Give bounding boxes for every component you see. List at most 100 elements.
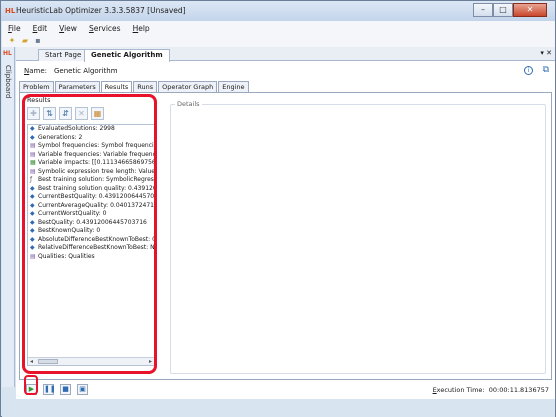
result-item-label: EvaluatedSolutions: 2998 (38, 125, 115, 132)
window-controls: – □ ✕ (473, 3, 547, 17)
value-icon: ◆ (30, 227, 35, 234)
algorithm-tabs: Problem Parameters Results Runs Operator… (19, 81, 250, 92)
value-icon: ◆ (30, 133, 35, 141)
result-item[interactable]: ▤ Symbol frequencies: Symbol frequencies (28, 142, 154, 151)
result-item-label: CurrentBestQuality: 0.43912006445703716 (38, 193, 155, 200)
results-tab-body: Results ✚ ⇅ ⇵ ✕ ▦ ◆ EvaluatedSolutions: 2… (19, 92, 552, 380)
pause-button[interactable]: ❚❚ (43, 384, 56, 395)
result-item[interactable]: ▤ Symbolic expression tree length: Values (28, 168, 154, 177)
result-item-label: Variable frequencies: Variable frequenci… (38, 150, 155, 158)
result-item[interactable]: ◆ BestQuality: 0.43912006445703716 (28, 219, 154, 228)
menu-help[interactable]: Help (133, 24, 150, 33)
details-label: Details (175, 100, 202, 108)
sort-ascending-icon[interactable]: ⇅ (43, 107, 56, 120)
tab-start-page[interactable]: Start Page (38, 49, 89, 61)
result-item[interactable]: ◆CurrentBestQuality: 0.43912006445703716 (28, 193, 154, 202)
menu-file[interactable]: File (8, 24, 21, 33)
tab-results[interactable]: Results (100, 81, 133, 92)
result-item[interactable]: ƒ Best training solution: SymbolicRegress… (28, 176, 154, 185)
menu-view[interactable]: View (59, 24, 77, 33)
save-icon[interactable]: ▪ (33, 36, 43, 46)
scroll-thumb[interactable] (38, 359, 58, 364)
result-item[interactable]: ◆CurrentAverageQuality: 0.04013724714977… (28, 202, 154, 211)
tab-operator-graph[interactable]: Operator Graph (158, 81, 218, 92)
tab-runs[interactable]: Runs (133, 81, 158, 92)
model-icon: ƒ (30, 176, 33, 183)
new-file-icon[interactable]: ✦ (7, 36, 17, 46)
show-details-icon[interactable]: ▦ (91, 107, 104, 120)
document-area: Start Page Genetic Algorithm ▾ ✕ Name: G… (16, 47, 555, 399)
result-item[interactable]: ◆ Generations: 2 (28, 134, 154, 143)
close-button[interactable]: ✕ (513, 3, 547, 17)
value-icon: ◆ (30, 210, 35, 217)
clipboard-label: Clipboard (4, 65, 12, 99)
result-item-label: AbsoluteDifferenceBestKnownToBest: 0.439… (38, 235, 154, 243)
view-switch-icon[interactable]: ⧉ (543, 65, 549, 75)
result-item-label: Symbolic expression tree length: Values (38, 167, 155, 175)
scroll-left-icon[interactable]: ◂ (30, 358, 33, 365)
clipboard-sidebar[interactable]: HL Clipboard (2, 47, 15, 387)
add-item-icon[interactable]: ✚ (27, 107, 40, 120)
table-icon: ▤ (30, 167, 36, 175)
result-item-label: Best training solution: SymbolicRegressi… (38, 176, 154, 183)
execution-time-value: 00:00:11.8136757 (488, 386, 549, 394)
value-icon: ◆ (30, 125, 35, 132)
results-panel: Results ✚ ⇅ ⇵ ✕ ▦ ◆ EvaluatedSolutions: 2… (25, 96, 158, 374)
result-item-label: BestKnownQuality: 0 (38, 227, 101, 234)
value-icon: ◆ (30, 201, 35, 209)
value-icon: ◆ (30, 244, 35, 251)
horizontal-scrollbar[interactable]: ◂ ▸ (28, 357, 154, 365)
matrix-icon: ▦ (30, 159, 36, 166)
menu-services[interactable]: Services (89, 24, 121, 33)
result-item[interactable]: ◆AbsoluteDifferenceBestKnownToBest: 0.43… (28, 236, 154, 245)
sort-descending-icon[interactable]: ⇵ (59, 107, 72, 120)
table-icon: ▤ (30, 252, 36, 260)
result-item[interactable]: ◆ EvaluatedSolutions: 2998 (28, 125, 154, 134)
table-icon: ▤ (30, 150, 36, 158)
result-item-label: Variable impacts: [[0.111346658697566][0… (38, 159, 154, 166)
menu-bar: File Edit View Services Help (2, 21, 555, 35)
window-title: HeuristicLab Optimizer 3.3.3.5837 [Unsav… (16, 6, 186, 15)
tab-parameters[interactable]: Parameters (54, 81, 100, 92)
tab-engine[interactable]: Engine (218, 81, 249, 92)
result-item-label: Qualities: Qualities (38, 252, 95, 260)
results-title: Results (27, 96, 51, 104)
maximize-button[interactable]: □ (493, 3, 513, 17)
remove-item-icon[interactable]: ✕ (75, 107, 88, 120)
clipboard-logo: HL (3, 50, 12, 57)
value-icon: ◆ (30, 184, 35, 192)
info-icon[interactable]: i (524, 66, 533, 75)
open-folder-icon[interactable]: ▰ (20, 36, 30, 46)
result-item-label: Symbol frequencies: Symbol frequencies (38, 142, 155, 149)
result-item[interactable]: ▦Variable impacts: [[0.111346658697566][… (28, 159, 154, 168)
result-item-label: RelativeDifferenceBestKnownToBest: NaN (38, 244, 155, 251)
result-item-label: BestQuality: 0.43912006445703716 (38, 218, 147, 226)
tab-overflow-icon[interactable]: ▾ ✕ (540, 49, 552, 57)
table-icon: ▤ (30, 142, 36, 149)
results-list[interactable]: ◆ EvaluatedSolutions: 2998 ◆ Generations: 2… (27, 124, 155, 366)
main-window: HL HeuristicLab Optimizer 3.3.3.5837 [Un… (0, 0, 556, 417)
minimize-button[interactable]: – (473, 3, 493, 17)
tab-problem[interactable]: Problem (19, 81, 54, 92)
tab-genetic-algorithm[interactable]: Genetic Algorithm (84, 49, 170, 62)
execution-time: Execution Time: 00:00:11.8136757 (432, 386, 549, 394)
result-item[interactable]: ◆ BestKnownQuality: 0 (28, 227, 154, 236)
result-item[interactable]: ◆ Best training solution quality: 0.43912… (28, 185, 154, 194)
reset-button[interactable]: ▣ (77, 384, 88, 395)
result-item[interactable]: ▤ Qualities: Qualities (28, 253, 154, 262)
result-item[interactable]: ▤ Variable frequencies: Variable frequenc… (28, 151, 154, 160)
title-bar[interactable]: HL HeuristicLab Optimizer 3.3.3.5837 [Un… (1, 1, 555, 21)
value-icon: ◆ (30, 235, 35, 243)
scroll-right-icon[interactable]: ▸ (149, 358, 152, 365)
start-highlight-box (24, 375, 38, 395)
name-field[interactable]: Genetic Algorithm (54, 67, 118, 75)
name-label: Name: (24, 67, 48, 75)
results-toolbar: ✚ ⇅ ⇵ ✕ ▦ (27, 107, 104, 120)
document-tab-strip: Start Page Genetic Algorithm ▾ ✕ (16, 47, 555, 62)
result-item-label: CurrentAverageQuality: 0.040137247149772… (38, 201, 155, 209)
result-item[interactable]: ◆ RelativeDifferenceBestKnownToBest: NaN (28, 244, 154, 253)
status-strip (2, 399, 555, 417)
result-item[interactable]: ◆ CurrentWorstQuality: 0 (28, 210, 154, 219)
menu-edit[interactable]: Edit (33, 24, 48, 33)
stop-button[interactable]: ■ (60, 384, 71, 395)
